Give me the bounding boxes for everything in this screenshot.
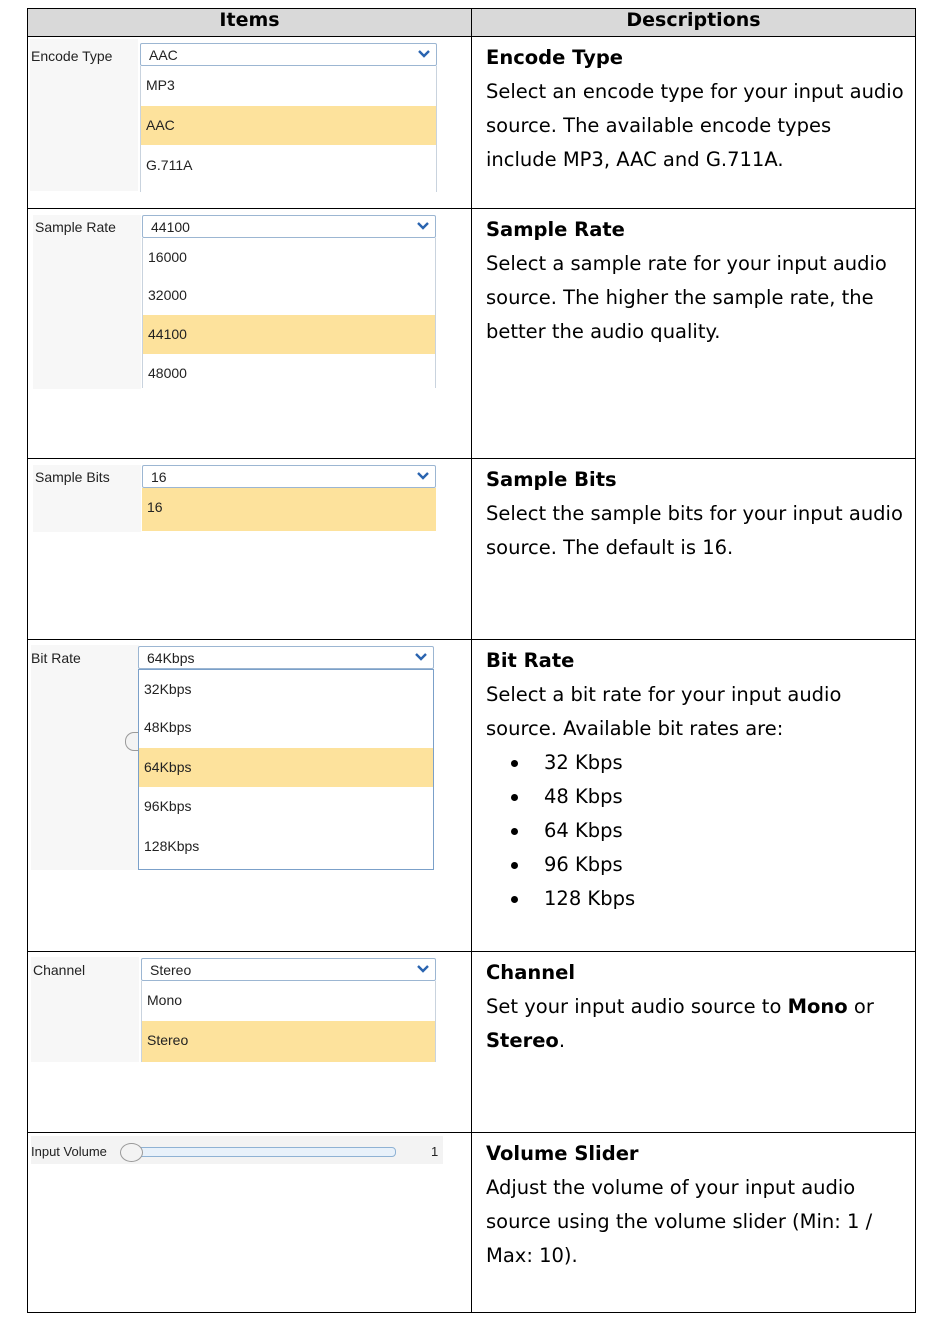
chevron-down-icon xyxy=(417,472,429,480)
bit-rate-option[interactable]: 48Kbps xyxy=(139,708,433,747)
item-cell: Sample Bits 16 16 xyxy=(27,458,472,640)
bit-rate-select-value: 64Kbps xyxy=(147,650,195,666)
channel-options: Mono Stereo xyxy=(141,981,436,1062)
encode-type-label: Encode Type xyxy=(31,48,113,64)
label-panel xyxy=(33,215,141,389)
channel-label: Channel xyxy=(33,962,86,978)
description-cell: Encode Type Select an encode type for yo… xyxy=(471,36,916,209)
volume-slider-knob[interactable] xyxy=(120,1143,143,1162)
description-title: Volume Slider xyxy=(486,1142,639,1165)
sample-bits-option-selected[interactable]: 16 xyxy=(142,488,436,531)
label-panel xyxy=(31,645,139,870)
sample-rate-option[interactable]: 32000 xyxy=(143,276,435,315)
description-text: Adjust the volume of your input audio so… xyxy=(486,1176,873,1267)
description-title: Sample Bits xyxy=(486,468,617,491)
description-text-mid: or xyxy=(847,995,874,1018)
encode-type-options: MP3 AAC G.711A xyxy=(140,66,437,192)
bit-rate-bullet-list: 32 Kbps 48 Kbps 64 Kbps 96 Kbps 128 Kbps xyxy=(486,746,905,916)
encode-type-option-selected[interactable]: AAC xyxy=(141,106,436,145)
chevron-down-icon xyxy=(417,965,429,973)
sample-rate-select-value: 44100 xyxy=(151,219,190,235)
chevron-down-icon xyxy=(418,50,430,58)
table-row: Bit Rate 64Kbps 32Kbps 48Kbps 64Kbps 96K… xyxy=(27,639,916,952)
description-title: Encode Type xyxy=(486,46,624,69)
header-row: Items Descriptions xyxy=(27,8,916,37)
encode-type-option[interactable]: MP3 xyxy=(141,66,436,105)
description-cell: Channel Set your input audio source to M… xyxy=(471,951,916,1133)
description-text: Select a bit rate for your input audio s… xyxy=(486,683,842,740)
channel-option-selected[interactable]: Stereo xyxy=(142,1021,435,1062)
description-cell: Bit Rate Select a bit rate for your inpu… xyxy=(471,639,916,952)
input-volume-label: Input Volume xyxy=(31,1144,107,1159)
sample-bits-options: 16 xyxy=(142,488,436,532)
channel-option[interactable]: Mono xyxy=(142,981,435,1020)
bullet-item: 32 Kbps xyxy=(486,746,905,780)
item-cell: Encode Type AAC MP3 AAC G.711A xyxy=(27,36,472,209)
bullet-item: 128 Kbps xyxy=(486,882,905,916)
description-cell: Sample Bits Select the sample bits for y… xyxy=(471,458,916,640)
table-row: Sample Bits 16 16 Sample Bits Select the… xyxy=(27,458,916,640)
table-row: Sample Rate 44100 16000 32000 44100 4800… xyxy=(27,208,916,459)
table-row: Channel Stereo Mono Stereo Channel Set y… xyxy=(27,951,916,1133)
sample-rate-option-selected[interactable]: 44100 xyxy=(143,315,435,354)
sample-rate-label: Sample Rate xyxy=(35,219,116,235)
settings-table-document: Items Descriptions Encode Type AAC MP3 A… xyxy=(27,8,916,1326)
table-row: Encode Type AAC MP3 AAC G.711A Encode Ty… xyxy=(27,36,916,209)
descriptions-column-header: Descriptions xyxy=(471,8,916,37)
item-cell: Input Volume 1 xyxy=(27,1132,472,1313)
item-cell: Sample Rate 44100 16000 32000 44100 4800… xyxy=(27,208,472,459)
sample-bits-label: Sample Bits xyxy=(35,469,110,485)
description-text: Select a sample rate for your input audi… xyxy=(486,252,887,343)
description-cell: Volume Slider Adjust the volume of your … xyxy=(471,1132,916,1313)
sample-rate-option[interactable]: 48000 xyxy=(143,354,435,393)
channel-select[interactable]: Stereo xyxy=(141,958,436,981)
description-text-pre: Set your input audio source to xyxy=(486,995,788,1018)
sample-rate-options: 16000 32000 44100 48000 xyxy=(142,238,436,388)
volume-slider-track[interactable] xyxy=(122,1147,396,1157)
bit-rate-options: 32Kbps 48Kbps 64Kbps 96Kbps 128Kbps xyxy=(138,669,434,870)
description-title: Bit Rate xyxy=(486,649,575,672)
items-column-header: Items xyxy=(27,8,472,37)
sample-bits-select[interactable]: 16 xyxy=(142,465,436,488)
description-text: Select an encode type for your input aud… xyxy=(486,80,904,171)
mono-emphasis: Mono xyxy=(787,995,848,1018)
chevron-down-icon xyxy=(415,653,427,661)
sample-rate-option[interactable]: 16000 xyxy=(143,238,435,277)
bullet-item: 96 Kbps xyxy=(486,848,905,882)
encode-type-select-value: AAC xyxy=(149,47,178,63)
volume-value: 1 xyxy=(431,1144,439,1159)
sample-rate-select[interactable]: 44100 xyxy=(142,215,436,238)
description-text-post: . xyxy=(558,1029,566,1052)
bullet-item: 48 Kbps xyxy=(486,780,905,814)
encode-type-select[interactable]: AAC xyxy=(140,43,437,66)
chevron-down-icon xyxy=(417,222,429,230)
description-cell: Sample Rate Select a sample rate for you… xyxy=(471,208,916,459)
bit-rate-option-selected[interactable]: 64Kbps xyxy=(139,748,433,787)
bullet-item: 64 Kbps xyxy=(486,814,905,848)
bit-rate-option[interactable]: 128Kbps xyxy=(139,827,433,866)
description-title: Sample Rate xyxy=(486,218,625,241)
table-row: Input Volume 1 Volume Slider Adjust the … xyxy=(27,1132,916,1313)
description-text: Select the sample bits for your input au… xyxy=(486,502,903,559)
bit-rate-label: Bit Rate xyxy=(31,650,81,666)
item-cell: Channel Stereo Mono Stereo xyxy=(27,951,472,1133)
encode-type-option[interactable]: G.711A xyxy=(141,146,436,185)
bit-rate-select[interactable]: 64Kbps xyxy=(138,646,434,669)
bit-rate-option[interactable]: 96Kbps xyxy=(139,787,433,826)
channel-select-value: Stereo xyxy=(150,962,192,978)
sample-bits-select-value: 16 xyxy=(151,469,167,485)
bit-rate-option[interactable]: 32Kbps xyxy=(139,670,433,709)
settings-table: Items Descriptions Encode Type AAC MP3 A… xyxy=(27,8,916,1313)
item-cell: Bit Rate 64Kbps 32Kbps 48Kbps 64Kbps 96K… xyxy=(27,639,472,952)
stereo-emphasis: Stereo xyxy=(486,1029,559,1052)
description-title: Channel xyxy=(486,961,576,984)
